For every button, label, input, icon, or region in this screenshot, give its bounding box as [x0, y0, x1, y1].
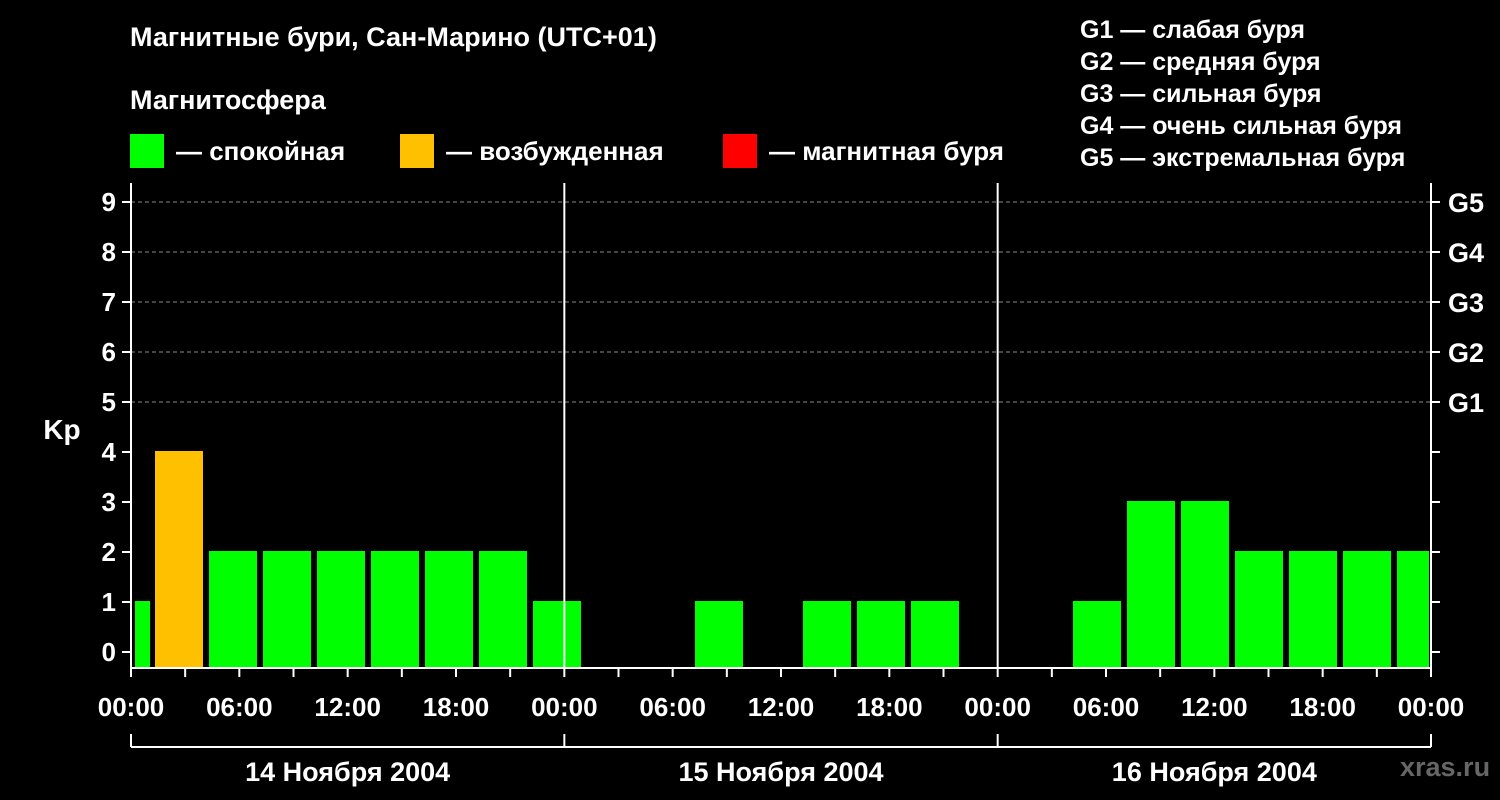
- y-tick-label: 3: [102, 487, 116, 517]
- x-tick-label: 00:00: [98, 692, 165, 722]
- kp-bar: [533, 601, 581, 668]
- x-tick-label: 06:00: [1073, 692, 1140, 722]
- x-tick-label: 12:00: [1181, 692, 1248, 722]
- y-tick-label: 6: [102, 337, 116, 367]
- g-level-label: G1: [1448, 388, 1484, 418]
- y-tick-label: 5: [102, 387, 116, 417]
- y-tick-label: 2: [102, 537, 116, 567]
- y-axis-label: Kp: [43, 414, 80, 445]
- y-tick-label: 8: [102, 237, 116, 267]
- kp-bar: [857, 601, 905, 668]
- kp-bar: [911, 601, 959, 668]
- kp-bar: [695, 601, 743, 668]
- kp-bar: [1397, 551, 1429, 668]
- kp-bar: [135, 601, 150, 668]
- kp-bar: [1343, 551, 1391, 668]
- g-level-label: G5: [1448, 188, 1484, 218]
- kp-bar: [803, 601, 851, 668]
- kp-bar: [371, 551, 419, 668]
- kp-bar: [263, 551, 311, 668]
- x-tick-label: 12:00: [314, 692, 381, 722]
- x-tick-label: 00:00: [964, 692, 1031, 722]
- watermark: xras.ru: [1400, 752, 1491, 782]
- x-tick-label: 00:00: [1398, 692, 1465, 722]
- kp-chart: 0 1 2 3 4 5 6 7 8 9 G1 G2 G3 G4 G5 Kp 00:00 06:00 12:00 18:…: [43, 183, 1484, 787]
- y-tick-label: 9: [102, 187, 116, 217]
- day-label: 16 Ноября 2004: [1112, 757, 1317, 787]
- x-tick-label: 12:00: [748, 692, 815, 722]
- day-label: 15 Ноября 2004: [678, 757, 883, 787]
- y-tick-label: 7: [102, 287, 116, 317]
- kp-bar: [317, 551, 365, 668]
- x-tick-label: 18:00: [423, 692, 490, 722]
- x-tick-label: 18:00: [856, 692, 923, 722]
- x-tick-label: 06:00: [639, 692, 706, 722]
- y-tick-label: 1: [102, 587, 116, 617]
- g-level-label: G4: [1448, 238, 1484, 268]
- kp-bar: [1181, 501, 1229, 668]
- kp-bar: [425, 551, 473, 668]
- kp-bar: [1289, 551, 1337, 668]
- day-label: 14 Ноября 2004: [245, 757, 450, 787]
- x-tick-label: 18:00: [1289, 692, 1356, 722]
- kp-bar: [1235, 551, 1283, 668]
- kp-bar: [209, 551, 257, 668]
- x-tick-label: 06:00: [206, 692, 273, 722]
- y-tick-label: 4: [102, 437, 117, 467]
- kp-bar: [1127, 501, 1175, 668]
- kp-bar: [1073, 601, 1121, 668]
- y-tick-label: 0: [102, 637, 116, 667]
- g-level-label: G2: [1448, 338, 1484, 368]
- kp-bar: [479, 551, 527, 668]
- kp-bar: [155, 451, 203, 668]
- g-level-label: G3: [1448, 288, 1484, 318]
- x-tick-label: 00:00: [531, 692, 598, 722]
